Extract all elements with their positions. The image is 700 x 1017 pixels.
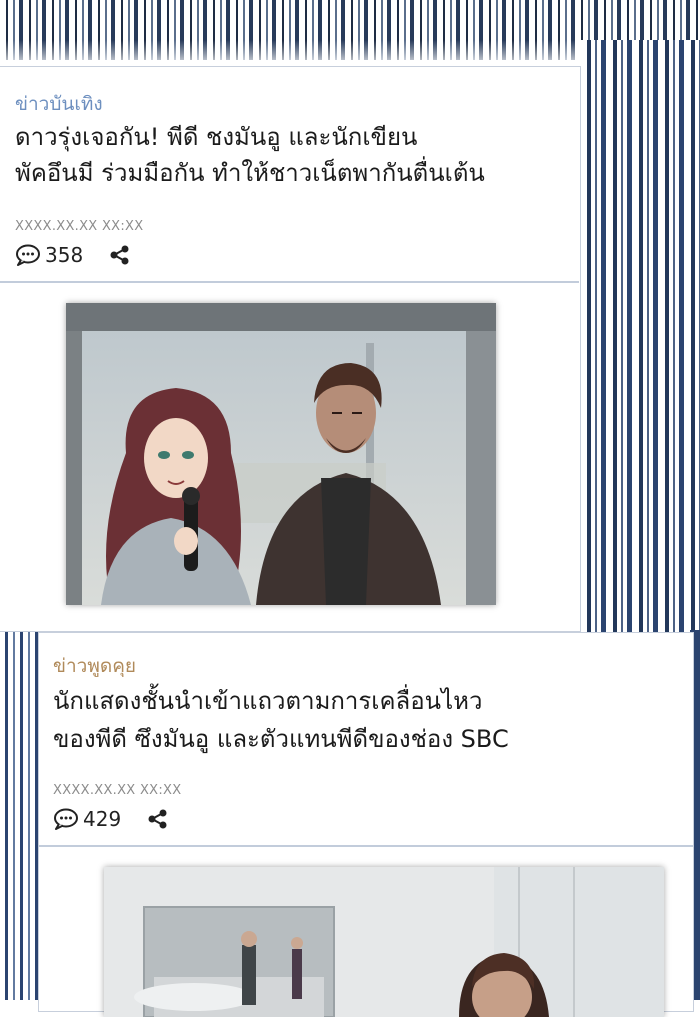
article-headline-line2[interactable]: ของพีดี ซึงมันอู และตัวแทนพีดีของช่อง SB… — [53, 721, 509, 757]
barcode-stripes-right — [580, 40, 700, 640]
article-headline-line2[interactable]: พัคอึนมี ร่วมมือกัน ทำให้ชาวเน็ตพากันตื่… — [15, 155, 485, 191]
article-photo-illustration — [104, 867, 664, 1017]
share-icon[interactable] — [109, 244, 131, 266]
news-article-card[interactable]: ข่าวพูดคุย นักแสดงชั้นนำเข้าแถวตามการเคล… — [38, 632, 694, 1017]
comment-count: 358 — [45, 243, 84, 267]
article-headline-line1[interactable]: นักแสดงชั้นนำเข้าแถวตามการเคลื่อนไหว — [53, 683, 482, 719]
barcode-stripes-left — [0, 605, 40, 1000]
article-meta-row: 429 — [53, 807, 169, 831]
share-icon[interactable] — [147, 808, 169, 830]
comment-count: 429 — [83, 807, 122, 831]
article-meta-row: 358 — [15, 243, 131, 267]
article-photo[interactable] — [104, 867, 664, 1017]
article-category: ข่าวบันเทิง — [15, 93, 103, 115]
article-photo-illustration — [66, 303, 496, 605]
article-headline-line1[interactable]: ดาวรุ่งเจอกัน! พีดี ชงมันอู และนักเขียน — [15, 119, 417, 155]
article-timestamp: XXXX.XX.XX XX:XX — [53, 783, 182, 798]
news-article-card[interactable]: ข่าวบันเทิง ดาวรุ่งเจอกัน! พีดี ชงมันอู … — [0, 66, 581, 632]
card-divider — [39, 845, 693, 847]
article-category: ข่าวพูดคุย — [53, 655, 137, 677]
comment-bubble-icon[interactable] — [15, 244, 41, 266]
article-photo[interactable] — [66, 303, 496, 605]
article-timestamp: XXXX.XX.XX XX:XX — [15, 219, 144, 234]
comment-bubble-icon[interactable] — [53, 808, 79, 830]
card-divider — [0, 281, 579, 283]
